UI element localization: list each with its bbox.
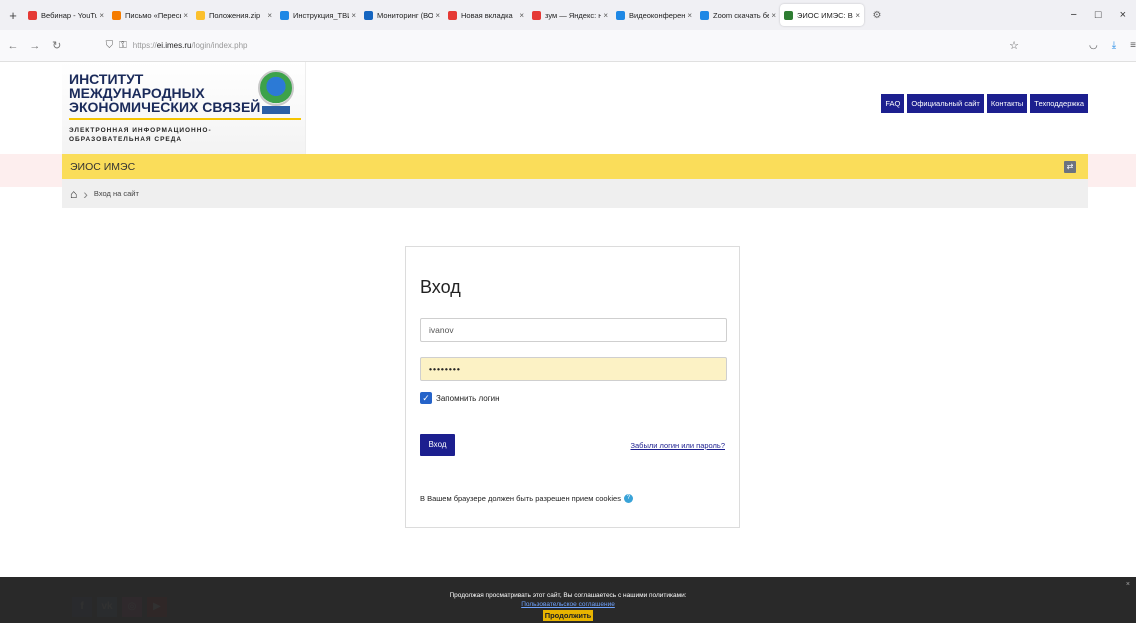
browser-tab[interactable]: Инструкция_ТВИ_V... × — [276, 4, 360, 26]
logo-subtitle: ОБРАЗОВАТЕЛЬНАЯ СРЕДА — [69, 136, 183, 143]
logo-subtitle: ЭЛЕКТРОННАЯ ИНФОРМАЦИОННО- — [69, 127, 212, 134]
bookmark-star-icon[interactable]: ☆ — [1009, 39, 1019, 52]
user-agreement-link[interactable]: Пользовательское соглашение — [0, 601, 1136, 608]
favicon-icon — [784, 10, 793, 20]
back-icon[interactable]: ← — [4, 40, 22, 52]
favicon-icon — [448, 10, 457, 20]
support-link[interactable]: Техподдержка — [1030, 94, 1088, 113]
cookies-note: В Вашем браузере должен быть разрешен пр… — [420, 494, 633, 503]
close-icon[interactable]: × — [519, 11, 524, 20]
close-icon[interactable]: × — [267, 11, 272, 20]
globe-emblem-icon — [258, 70, 294, 106]
maximize-icon[interactable]: □ — [1095, 9, 1102, 21]
header-links: FAQ Официальный сайт Контакты Техподдерж… — [881, 94, 1088, 113]
favicon-icon — [28, 10, 37, 20]
browser-tab[interactable]: Положения.zip × — [192, 4, 276, 26]
browser-tab[interactable]: Новая вкладка × — [444, 4, 528, 26]
browser-tab[interactable]: Zoom скачать беспл... × — [696, 4, 780, 26]
browser-tab[interactable]: зум — Яндекс: наш... × — [528, 4, 612, 26]
url-scheme: https:// — [132, 41, 157, 50]
remember-login-checkbox[interactable]: ✓ — [420, 392, 432, 404]
favicon-icon — [364, 10, 373, 20]
browser-tab-active[interactable]: ЭИОС ИМЭС: Вход × — [780, 4, 864, 26]
url-host: ei.imes.ru — [156, 41, 192, 50]
logo-line: ЭКОНОМИЧЕСКИХ СВЯЗЕЙ — [69, 99, 261, 115]
password-input[interactable]: •••••••• — [420, 357, 727, 381]
breadcrumb-current: Вход на сайт — [93, 189, 139, 198]
browser-tab[interactable]: Мониторинг (ВО) × — [360, 4, 444, 26]
close-icon[interactable]: × — [855, 11, 860, 20]
close-icon[interactable]: × — [1126, 581, 1130, 588]
favicon-icon — [112, 10, 121, 20]
login-title: Вход — [420, 277, 461, 297]
extensions-icon[interactable]: ⚙ — [870, 10, 884, 21]
close-icon[interactable]: × — [99, 11, 104, 20]
site-brand[interactable]: ЭИОС ИМЭС — [70, 161, 135, 173]
close-icon[interactable]: × — [351, 11, 356, 20]
faq-link[interactable]: FAQ — [881, 94, 905, 113]
close-icon[interactable]: × — [435, 11, 440, 20]
band-background — [0, 154, 62, 187]
emblem-ribbon — [262, 106, 290, 114]
logo-divider — [69, 118, 301, 120]
contacts-link[interactable]: Контакты — [986, 94, 1028, 113]
minimize-icon[interactable]: − — [1070, 9, 1076, 21]
shield-icon: ⛉ — [105, 40, 114, 51]
favicon-icon — [700, 10, 709, 20]
browser-tab[interactable]: Вебинар - YouTube × — [24, 4, 108, 26]
band-background — [1088, 154, 1136, 187]
cookie-banner-text: Продолжая просматривать этот сайт, Вы со… — [449, 592, 687, 599]
browser-tab[interactable]: Видеоконференци... × — [612, 4, 696, 26]
login-button[interactable]: Вход — [420, 434, 455, 456]
lock-icon: ⚿ — [119, 40, 127, 51]
cookie-banner: Продолжая просматривать этот сайт, Вы со… — [0, 577, 1136, 623]
institute-logo[interactable]: ИНСТИТУТ МЕЖДУНАРОДНЫХ ЭКОНОМИЧЕСКИХ СВЯ… — [62, 62, 306, 154]
username-input[interactable]: ivanov — [420, 318, 727, 342]
reload-icon[interactable]: ↻ — [48, 39, 66, 52]
login-card: Вход ivanov •••••••• ✓ Запомнить логин В… — [405, 246, 740, 528]
official-site-link[interactable]: Официальный сайт — [907, 94, 984, 113]
address-bar[interactable]: ⛉ ⚿ https:// ei.imes.ru /login/index.php… — [106, 34, 1059, 58]
continue-button[interactable]: Продолжить — [543, 610, 593, 621]
site-header: ИНСТИТУТ МЕЖДУНАРОДНЫХ ЭКОНОМИЧЕСКИХ СВЯ… — [62, 62, 1088, 154]
cookies-note-text: В Вашем браузере должен быть разрешен пр… — [420, 494, 621, 503]
close-icon[interactable]: × — [687, 11, 692, 20]
url-path: /login/index.php — [191, 41, 248, 50]
menu-icon[interactable]: ≡ — [1130, 40, 1136, 51]
favicon-icon — [532, 10, 541, 20]
chevron-right-icon: › — [83, 185, 88, 202]
window-controls: − □ × — [1070, 9, 1136, 21]
browser-tab[interactable]: Письмо «Пересылк... × — [108, 4, 192, 26]
language-icon[interactable]: ⇄ — [1064, 160, 1076, 173]
toolbar-icons: ◡ ⤓ ≡ — [1089, 40, 1136, 51]
close-icon[interactable]: × — [603, 11, 608, 20]
favicon-icon — [196, 10, 205, 20]
browser-nav-bar: ← → ↻ ⛉ ⚿ https:// ei.imes.ru /login/ind… — [0, 30, 1136, 62]
favicon-icon — [280, 10, 289, 20]
favicon-icon — [616, 10, 625, 20]
close-icon[interactable]: × — [771, 11, 776, 20]
close-icon[interactable]: × — [183, 11, 188, 20]
download-icon[interactable]: ⤓ — [1112, 40, 1116, 51]
pocket-icon[interactable]: ◡ — [1089, 40, 1098, 51]
site-navbar: ЭИОС ИМЭС ⇄ — [62, 154, 1088, 179]
browser-tab-bar: + Вебинар - YouTube × Письмо «Пересылк..… — [0, 0, 1136, 30]
breadcrumb: ⌂ › Вход на сайт — [62, 179, 1088, 208]
logo-line: ИНСТИТУТ — [69, 71, 144, 87]
home-icon[interactable]: ⌂ — [70, 187, 77, 201]
close-window-icon[interactable]: × — [1120, 9, 1126, 21]
help-icon[interactable]: ? — [623, 494, 633, 503]
forgot-password-link[interactable]: Забыли логин или пароль? — [630, 441, 725, 450]
remember-login-label[interactable]: Запомнить логин — [436, 394, 500, 403]
new-tab-icon[interactable]: + — [6, 8, 20, 23]
logo-line: МЕЖДУНАРОДНЫХ — [69, 85, 205, 101]
forward-icon[interactable]: → — [26, 40, 44, 52]
